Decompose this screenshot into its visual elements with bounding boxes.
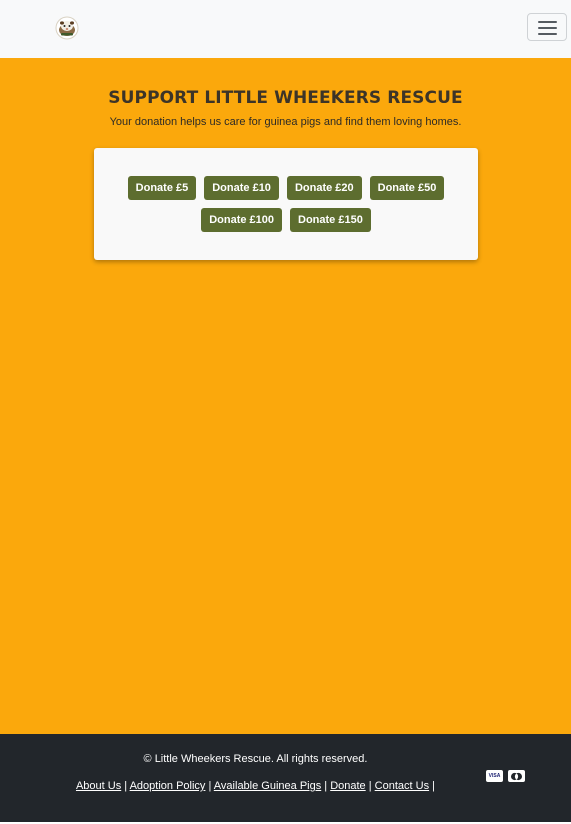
link-separator: |: [368, 780, 372, 792]
donation-card: Donate £5 Donate £10 Donate £20 Donate £…: [94, 148, 478, 260]
hamburger-line: [538, 27, 557, 29]
donate-10-button[interactable]: Donate £10: [204, 176, 279, 200]
donate-button-row: Donate £5 Donate £10 Donate £20 Donate £…: [94, 176, 478, 200]
copyright-text: © Little Wheekers Rescue. All rights res…: [143, 753, 368, 765]
hamburger-line: [538, 33, 557, 35]
footer-link-about-us[interactable]: About Us: [76, 780, 121, 792]
page-title: SUPPORT LITTLE WHEEKERS RESCUE: [108, 88, 463, 108]
donate-100-button[interactable]: Donate £100: [201, 208, 282, 232]
donate-5-button[interactable]: Donate £5: [127, 176, 197, 200]
footer: © Little Wheekers Rescue. All rights res…: [0, 734, 571, 822]
guinea-pig-logo-icon[interactable]: [55, 16, 79, 40]
footer-link-adoption-policy[interactable]: Adoption Policy: [130, 780, 206, 792]
donate-section: SUPPORT LITTLE WHEEKERS RESCUE Your dona…: [0, 58, 571, 734]
link-separator: |: [324, 780, 328, 792]
link-separator: |: [432, 780, 436, 792]
donate-50-button[interactable]: Donate £50: [369, 176, 445, 200]
navbar: [0, 0, 571, 58]
footer-link-available-guinea-pigs[interactable]: Available Guinea Pigs: [214, 780, 321, 792]
mastercard-icon: [508, 770, 525, 782]
footer-link-contact-us[interactable]: Contact Us: [375, 780, 429, 792]
navbar-toggler-button[interactable]: [527, 13, 567, 41]
donate-button-row: Donate £100 Donate £150: [94, 208, 478, 232]
payment-icons: VISA: [486, 770, 525, 782]
donate-20-button[interactable]: Donate £20: [286, 176, 362, 200]
footer-link-donate[interactable]: Donate: [330, 780, 365, 792]
link-separator: |: [124, 780, 128, 792]
visa-icon: VISA: [486, 770, 503, 782]
link-separator: |: [208, 780, 212, 792]
hamburger-menu-icon: [538, 21, 557, 23]
page-subtitle: Your donation helps us care for guinea p…: [109, 116, 462, 128]
footer-links: About Us | Adoption Policy | Available G…: [0, 780, 511, 792]
donate-150-button[interactable]: Donate £150: [290, 208, 371, 232]
